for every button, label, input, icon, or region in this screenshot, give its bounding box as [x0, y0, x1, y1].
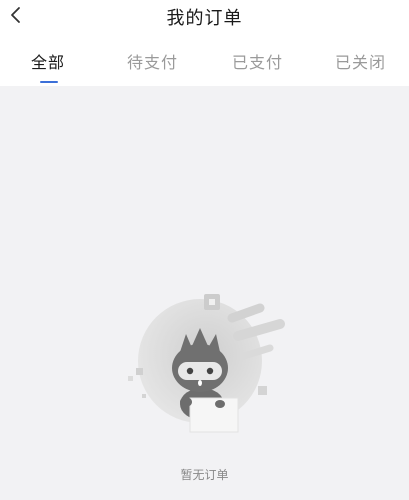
empty-orders-mascot-icon	[128, 294, 285, 433]
navigation-bar: 我的订单	[0, 0, 409, 36]
tab-closed[interactable]: 已关闭	[335, 49, 386, 73]
page-title: 我的订单	[166, 8, 243, 29]
tab-all[interactable]: 全部	[31, 49, 65, 73]
empty-state-message: 暂无订单	[180, 468, 229, 482]
orders-list-area: 暂无订单	[0, 86, 409, 500]
order-status-tabs: 全部 待支付 已支付 已关闭	[0, 36, 409, 86]
active-tab-indicator	[40, 81, 58, 83]
tab-paid[interactable]: 已支付	[232, 49, 283, 73]
tab-pending-payment[interactable]: 待支付	[127, 49, 178, 73]
my-orders-screen: 我的订单 全部 待支付 已支付 已关闭 暂无订单	[0, 0, 409, 500]
